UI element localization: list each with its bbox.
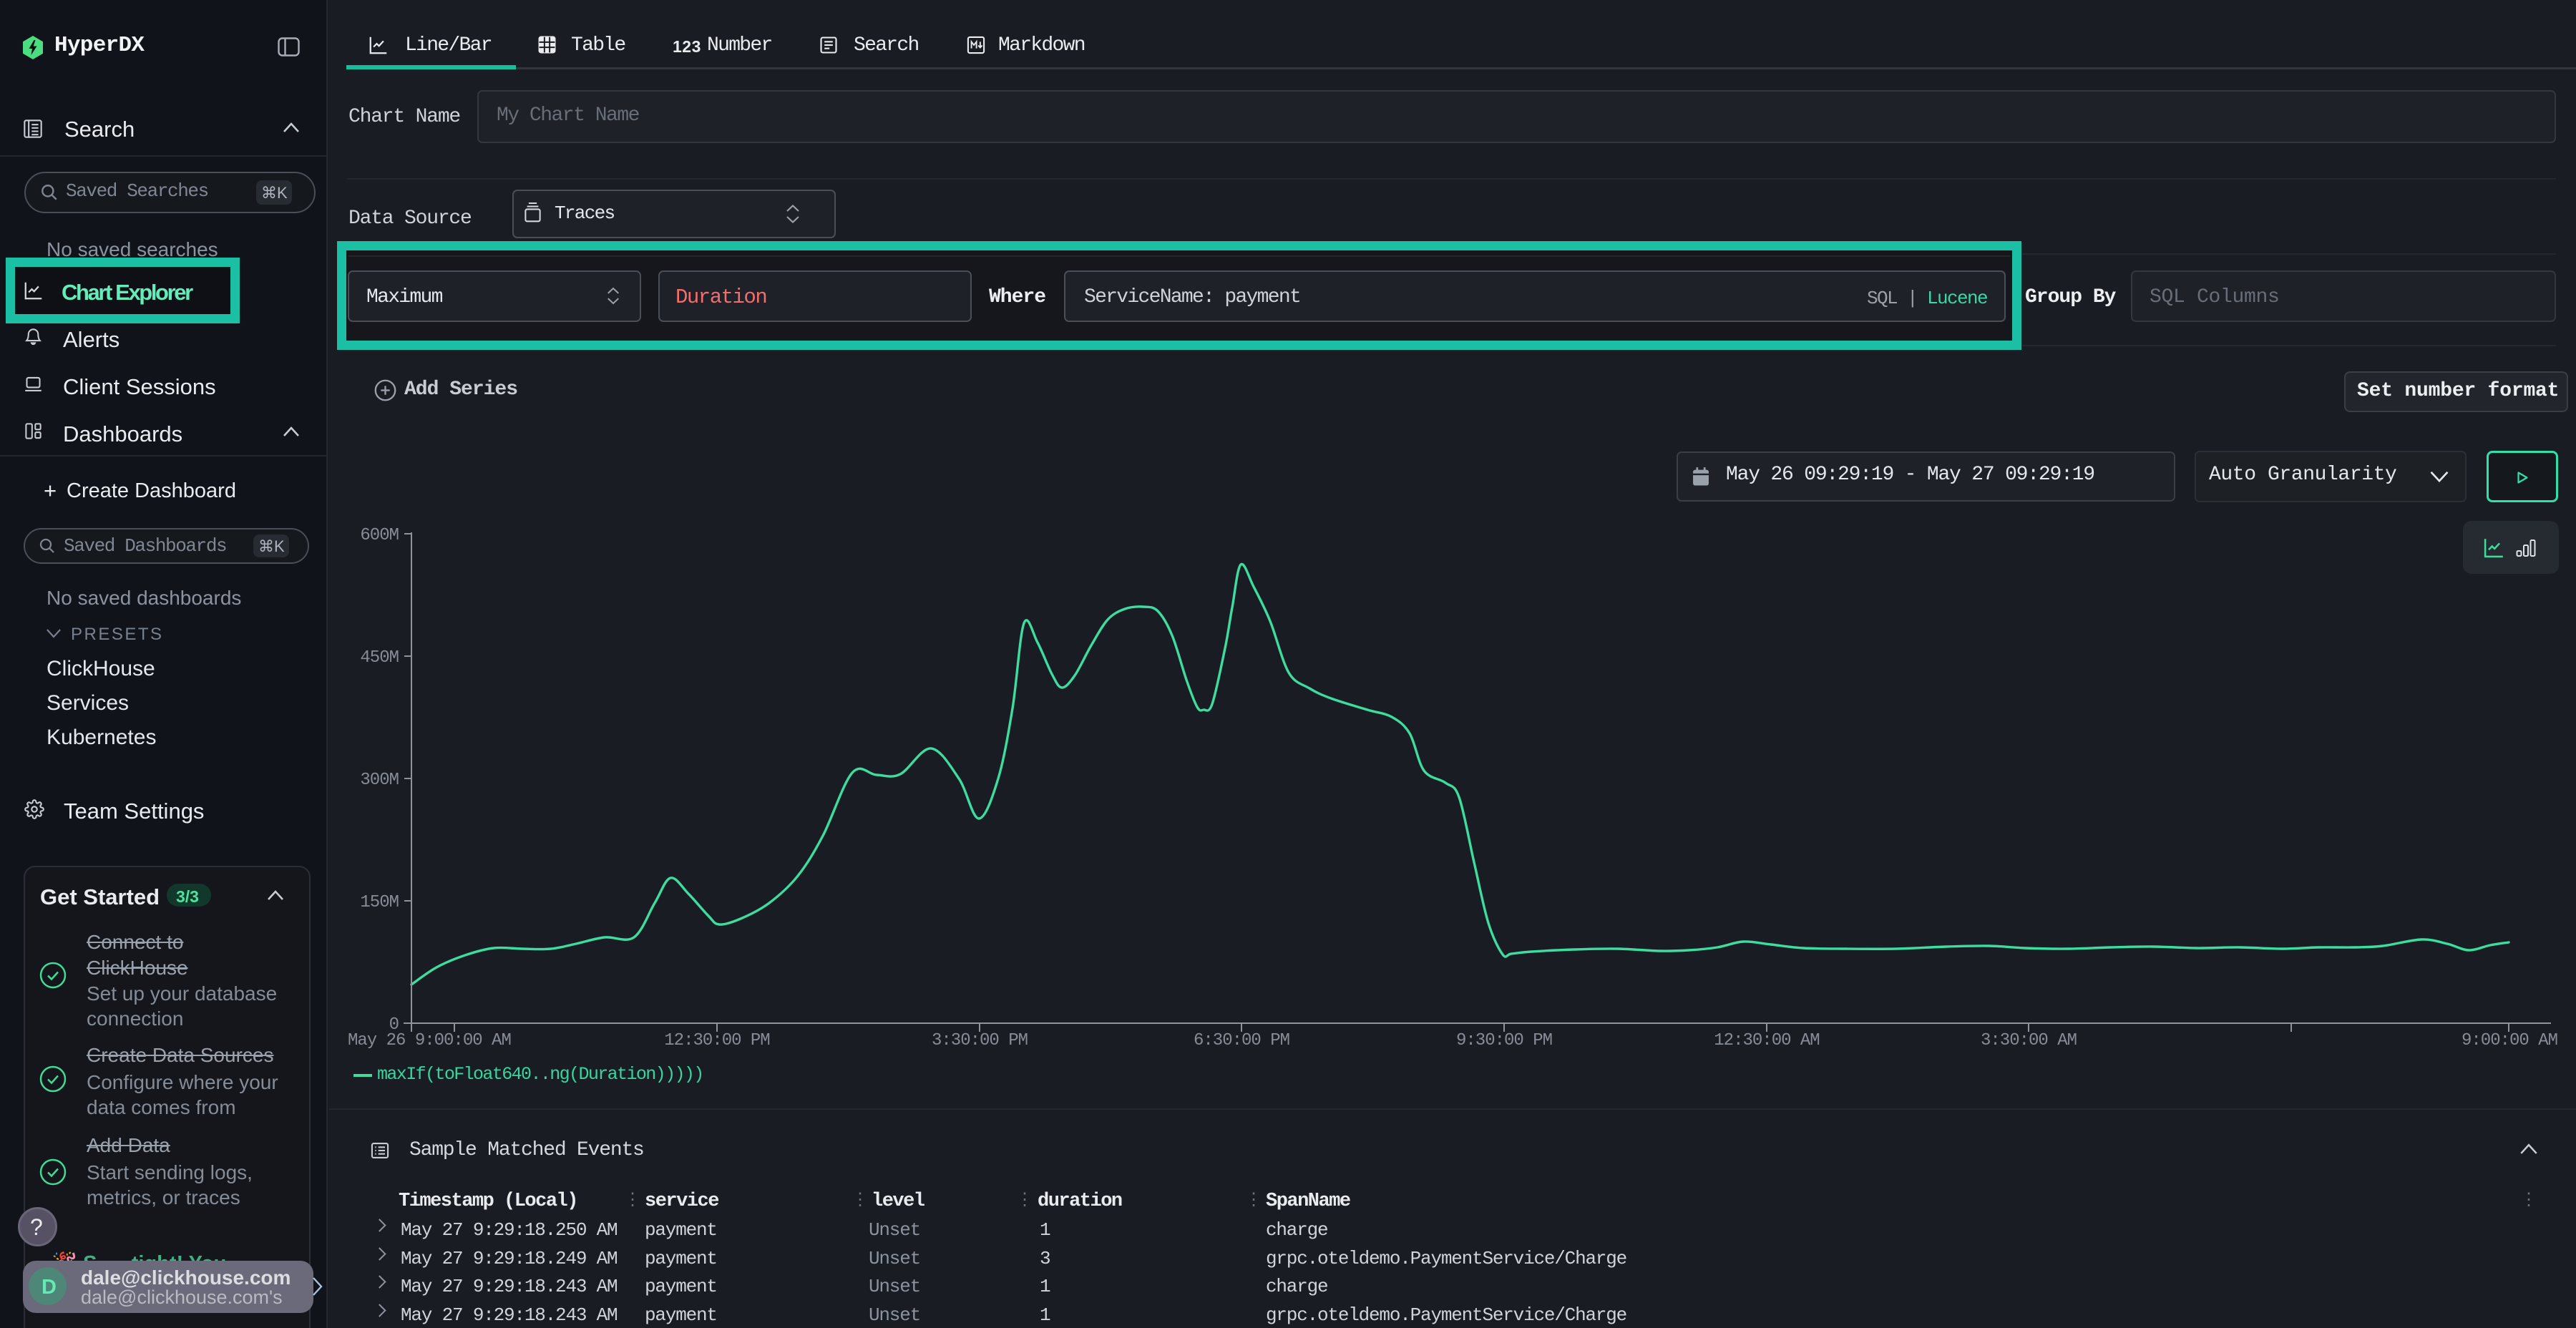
svg-text:150M: 150M [360, 893, 399, 912]
svg-text:3:30:00 AM: 3:30:00 AM [1981, 1031, 2077, 1050]
svg-text:12:30:00 PM: 12:30:00 PM [664, 1031, 769, 1050]
svg-text:450M: 450M [360, 648, 399, 668]
svg-text:300M: 300M [360, 771, 399, 790]
svg-text:12:30:00 AM: 12:30:00 AM [1714, 1031, 1819, 1050]
svg-text:9:30:00 PM: 9:30:00 PM [1456, 1031, 1552, 1050]
svg-text:9:00:00 AM: 9:00:00 AM [2462, 1031, 2557, 1050]
svg-text:3:30:00 PM: 3:30:00 PM [932, 1031, 1028, 1050]
svg-text:600M: 600M [360, 526, 399, 545]
svg-text:6:30:00 PM: 6:30:00 PM [1194, 1031, 1289, 1050]
svg-text:May 26 9:00:00 AM: May 26 9:00:00 AM [348, 1031, 511, 1050]
